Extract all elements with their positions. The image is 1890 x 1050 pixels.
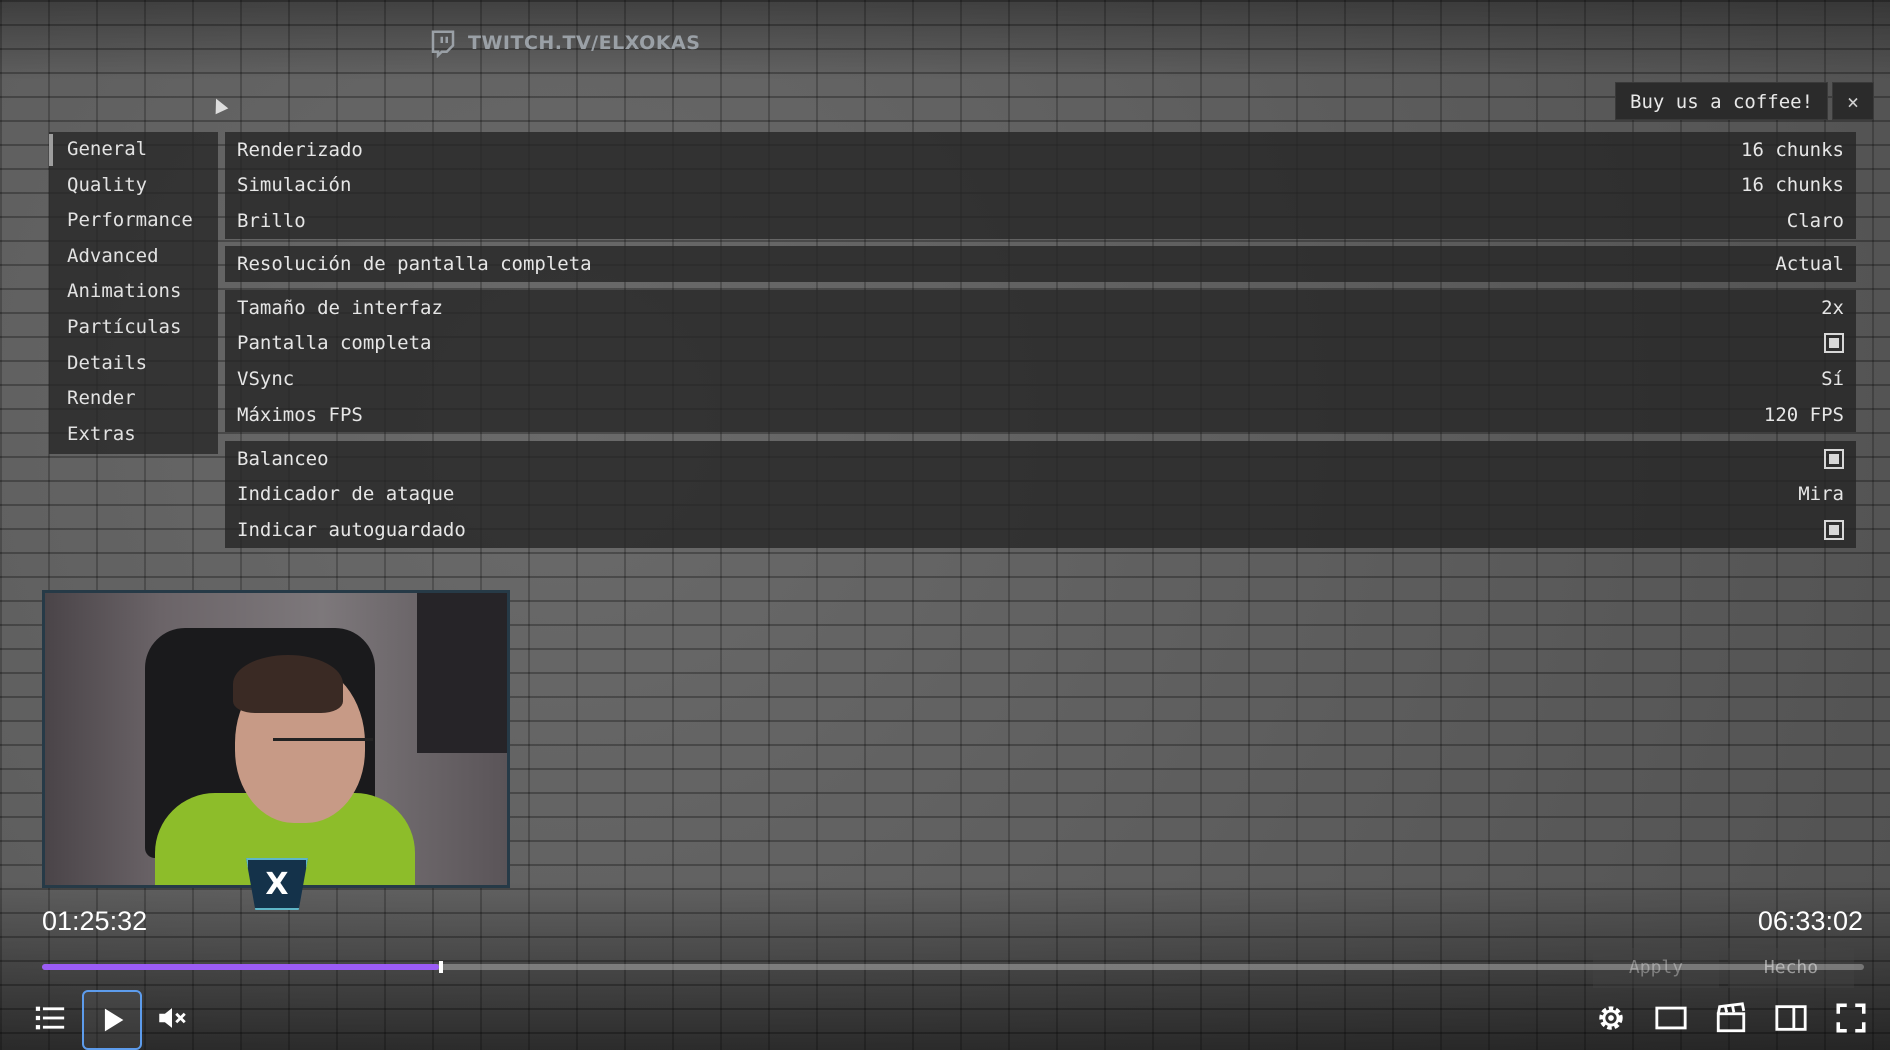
sidebar-item-performance[interactable]: Performance [49,203,218,239]
webcam-person-glasses [273,738,373,767]
buy-coffee-button[interactable]: Buy us a coffee! [1615,82,1829,120]
setting-label: Indicar autoguardado [237,518,466,541]
setting-checkbox[interactable] [1824,448,1844,469]
setting-row-indicar-autoguardado[interactable]: Indicar autoguardado [225,512,1856,548]
play-icon [104,1008,124,1032]
theater-mode-icon [1655,1006,1687,1030]
settings-button[interactable] [1583,990,1639,1046]
setting-label: Simulación [237,174,352,197]
setting-label: Pantalla completa [237,332,432,355]
setting-value-button[interactable]: 16 chunks [1741,174,1844,196]
streamer-logo-glyph: X [265,866,289,902]
list-icon [35,1006,65,1030]
clip-button[interactable] [1703,990,1759,1046]
setting-label: Máximos FPS [237,403,363,426]
webcam-overlay [42,590,510,888]
sidebar-item-extras[interactable]: Extras [49,417,218,453]
setting-value-button[interactable]: 16 chunks [1741,139,1844,161]
setting-label: Balanceo [237,447,329,470]
sidebar-toggle-button[interactable] [1763,990,1819,1046]
mute-button[interactable] [144,990,200,1046]
webcam-person-hair [233,655,343,713]
mouse-cursor-icon [209,95,229,115]
setting-row-maximos-fps[interactable]: Máximos FPS 120 FPS [225,397,1856,433]
fullscreen-icon [1836,1003,1866,1033]
clapperboard-icon [1716,1002,1746,1033]
volume-muted-icon [159,1008,186,1028]
play-button[interactable] [82,990,142,1050]
setting-label: VSync [237,367,295,390]
setting-row-simulacion[interactable]: Simulación 16 chunks [225,168,1856,204]
twitch-icon [431,30,455,58]
sidebar-item-part-culas[interactable]: Partículas [49,310,218,346]
chapters-button[interactable] [22,990,78,1046]
setting-row-vsync[interactable]: VSync Sí [225,361,1856,397]
setting-value-button[interactable]: Claro [1787,210,1844,232]
coffee-banner: Buy us a coffee! × [1615,82,1875,120]
setting-row-pantalla-completa[interactable]: Pantalla completa [225,326,1856,362]
split-view-icon [1775,1005,1807,1031]
sidebar-item-details[interactable]: Details [49,346,218,382]
setting-label: Brillo [237,209,306,232]
seek-bar-handle[interactable] [439,961,444,973]
setting-label: Resolución de pantalla completa [237,252,592,275]
setting-checkbox[interactable] [1824,333,1844,354]
current-time: 01:25:32 [42,906,148,936]
settings-sidebar: General Quality Performance Advanced Animati… [49,132,218,454]
setting-value-button[interactable]: 120 FPS [1764,404,1844,426]
theater-mode-button[interactable] [1643,990,1699,1046]
setting-row-brillo[interactable]: Brillo Claro [225,203,1856,239]
setting-value-button[interactable]: Sí [1821,368,1844,390]
settings-group-hud: Balanceo Indicador de ataque Mira Indicar a… [225,441,1856,548]
setting-row-indicador-de-ataque[interactable]: Indicador de ataque Mira [225,477,1856,513]
setting-row-balanceo[interactable]: Balanceo [225,441,1856,477]
setting-label: Indicador de ataque [237,483,455,506]
sidebar-item-quality[interactable]: Quality [49,168,218,204]
sidebar-item-general[interactable]: General [49,132,218,168]
webcam-panel [417,593,507,753]
sidebar-item-advanced[interactable]: Advanced [49,239,218,275]
setting-row-tamano-de-interfaz[interactable]: Tamaño de interfaz 2x [225,290,1856,326]
settings-group-render: Renderizado 16 chunks Simulación 16 chunks B… [225,132,1856,239]
sidebar-item-render[interactable]: Render [49,381,218,417]
stream-channel-label: TWITCH.TV/ELXOKAS [468,32,701,54]
stream-watermark: TWITCH.TV/ELXOKAS [428,28,700,58]
setting-label: Tamaño de interfaz [237,296,443,319]
setting-row-resolucion-de-pantalla-completa[interactable]: Resolución de pantalla completa Actual [225,246,1856,282]
setting-label: Renderizado [237,138,363,161]
settings-group-display: Tamaño de interfaz 2x Pantalla completa VSy… [225,290,1856,433]
setting-row-renderizado[interactable]: Renderizado 16 chunks [225,132,1856,168]
setting-checkbox[interactable] [1824,519,1844,540]
player-controls [0,988,1890,1050]
setting-value-button[interactable]: 2x [1821,297,1844,319]
fullscreen-button[interactable] [1823,990,1879,1046]
sidebar-item-animations[interactable]: Animations [49,274,218,310]
setting-value-button[interactable]: Mira [1798,483,1844,505]
seek-bar[interactable] [42,961,1864,973]
seek-bar-progress [42,964,440,970]
close-banner-button[interactable]: × [1832,82,1875,120]
streamer-logo-icon: X [246,858,308,910]
video-duration: 06:33:02 [1757,906,1863,936]
setting-value-button[interactable]: Actual [1775,253,1844,275]
settings-group-resolution: Resolución de pantalla completa Actual [225,246,1856,282]
gear-icon [1599,1006,1623,1030]
